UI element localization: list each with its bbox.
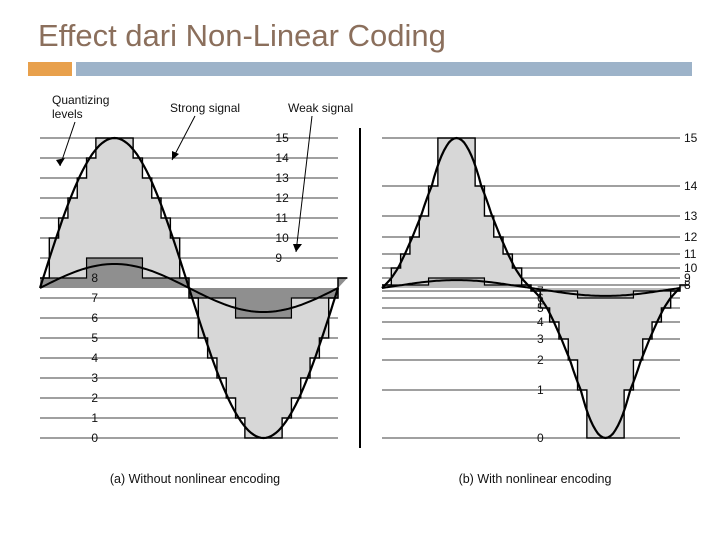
accent-blue [76, 62, 692, 76]
caption-b: (b) With nonlinear encoding [459, 472, 612, 486]
level-label: 11 [684, 247, 697, 261]
panel-a: 1514131211109876543210 [40, 131, 347, 445]
page-title: Effect dari Non-Linear Coding [0, 0, 720, 62]
label-quantizing-2: levels [52, 107, 83, 121]
accent-orange [28, 62, 72, 76]
level-label: 5 [91, 331, 98, 345]
level-label: 15 [275, 131, 289, 145]
level-label: 3 [91, 371, 98, 385]
level-label: 15 [684, 131, 698, 145]
level-label: 0 [91, 431, 98, 445]
label-weak: Weak signal [288, 101, 353, 115]
caption-a: (a) Without nonlinear encoding [110, 472, 280, 486]
level-label: 7 [91, 291, 98, 305]
arrow-weak [296, 116, 312, 252]
level-label: 2 [91, 391, 98, 405]
level-label: 8 [91, 271, 98, 285]
label-strong: Strong signal [170, 101, 240, 115]
level-label: 12 [275, 191, 289, 205]
level-label: 1 [91, 411, 98, 425]
level-label: 14 [275, 151, 289, 165]
level-label: 6 [91, 311, 98, 325]
accent-bar [28, 62, 692, 76]
slide: Effect dari Non-Linear Coding Quantizing… [0, 0, 720, 540]
level-label: 5 [537, 301, 544, 315]
level-label: 12 [684, 230, 698, 244]
level-label: 4 [537, 315, 544, 329]
level-label: 9 [275, 251, 282, 265]
quantizing-diagram: Quantizing levels Strong signal Weak sig… [20, 88, 700, 498]
level-label: 1 [537, 383, 544, 397]
arrowhead-weak [293, 244, 302, 252]
level-label: 13 [684, 209, 698, 223]
level-label: 13 [275, 171, 289, 185]
level-label: 3 [537, 332, 544, 346]
level-label: 2 [537, 353, 544, 367]
level-label: 10 [275, 231, 289, 245]
level-label: 4 [91, 351, 98, 365]
level-label: 0 [537, 431, 544, 445]
level-label: 11 [275, 211, 288, 225]
level-label: 8 [684, 278, 691, 292]
arrowhead-quantizing [56, 158, 65, 166]
panel-b: 1514131211109876543210 [382, 131, 698, 445]
level-label: 14 [684, 179, 698, 193]
label-quantizing-1: Quantizing [52, 93, 109, 107]
figure: Quantizing levels Strong signal Weak sig… [20, 88, 700, 508]
